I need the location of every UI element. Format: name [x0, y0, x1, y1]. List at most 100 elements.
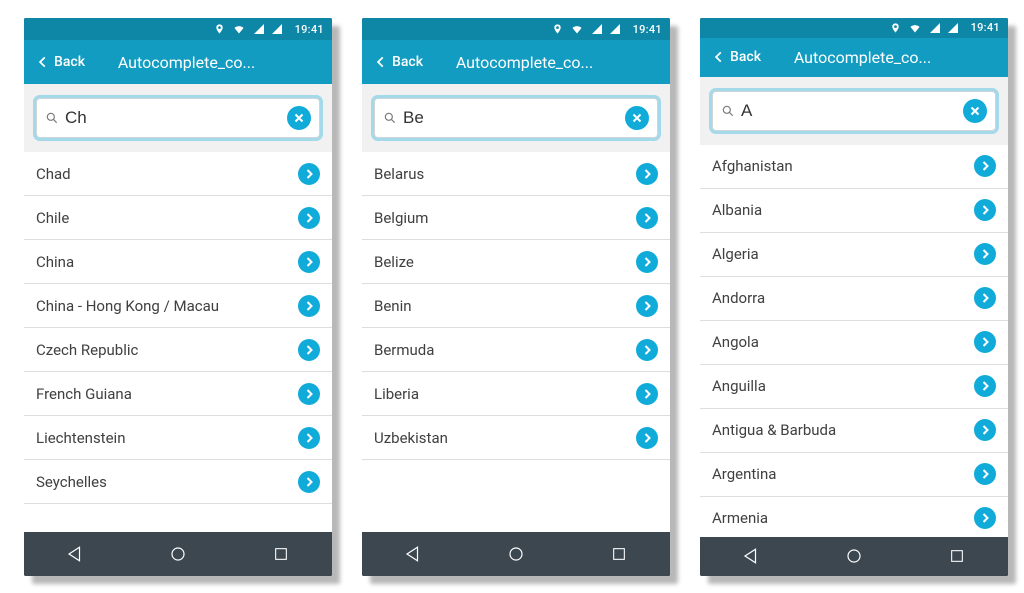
list-item-label: Armenia — [712, 509, 974, 527]
phone: 19:41 Back Autocomplete_co... ChadChileC… — [24, 18, 332, 576]
chevron-right-icon — [636, 251, 658, 273]
back-button[interactable]: Back — [32, 50, 89, 74]
list-item[interactable]: Belarus — [362, 152, 670, 196]
clear-search-button[interactable] — [963, 99, 987, 123]
results-list: Belarus Belgium Belize BeninBermudaLiberia U… — [362, 152, 670, 532]
list-item-label: Belize — [374, 253, 636, 271]
nav-recent-button[interactable] — [589, 546, 649, 562]
nav-recent-button[interactable] — [927, 548, 987, 564]
list-item[interactable]: French Guiana — [24, 372, 332, 416]
list-item-label: Belarus — [374, 165, 636, 183]
chevron-right-icon — [636, 207, 658, 229]
list-item-label: Liechtenstein — [36, 429, 298, 447]
android-nav-bar — [700, 537, 1008, 576]
wifi-icon — [231, 23, 247, 35]
android-nav-bar — [362, 532, 670, 576]
chevron-right-icon — [974, 507, 996, 529]
nav-recent-button[interactable] — [251, 546, 311, 562]
list-item[interactable]: Bermuda — [362, 328, 670, 372]
back-button[interactable]: Back — [370, 50, 427, 74]
list-item-label: Albania — [712, 201, 974, 219]
list-item[interactable]: Seychelles — [24, 460, 332, 504]
list-item-label: Uzbekistan — [374, 429, 636, 447]
phone: 19:41 Back Autocomplete_co... Afghanista… — [700, 18, 1008, 576]
chevron-right-icon — [974, 199, 996, 221]
chevron-right-icon — [974, 331, 996, 353]
list-item[interactable]: Chile — [24, 196, 332, 240]
chevron-right-icon — [974, 287, 996, 309]
nav-home-button[interactable] — [486, 545, 546, 563]
clear-search-button[interactable] — [287, 106, 311, 130]
app-header: Back Autocomplete_co... — [24, 40, 332, 84]
clear-search-button[interactable] — [625, 106, 649, 130]
list-item-label: Chile — [36, 209, 298, 227]
location-icon — [552, 22, 563, 36]
nav-back-button[interactable] — [45, 545, 105, 563]
back-label: Back — [54, 54, 85, 70]
signal-icon — [591, 23, 603, 35]
search-icon — [721, 104, 735, 118]
search-input[interactable] — [403, 108, 625, 128]
list-item[interactable]: Antigua & Barbuda — [700, 409, 1008, 453]
chevron-right-icon — [298, 207, 320, 229]
list-item-label: Algeria — [712, 245, 974, 263]
list-item[interactable]: Algeria — [700, 233, 1008, 277]
nav-back-button[interactable] — [383, 545, 443, 563]
signal-icon — [253, 23, 265, 35]
list-item[interactable]: Benin — [362, 284, 670, 328]
status-clock: 19:41 — [633, 23, 662, 36]
list-item[interactable]: Uzbekistan — [362, 416, 670, 460]
list-item[interactable]: Czech Republic — [24, 328, 332, 372]
search-area — [700, 77, 1008, 145]
location-icon — [214, 22, 225, 36]
android-status-bar: 19:41 — [700, 18, 1008, 38]
list-item[interactable]: Anguilla — [700, 365, 1008, 409]
search-area — [24, 84, 332, 152]
chevron-right-icon — [298, 251, 320, 273]
list-item[interactable]: Chad — [24, 152, 332, 196]
list-item[interactable]: Liberia — [362, 372, 670, 416]
search-input[interactable] — [741, 101, 963, 121]
page-title: Autocomplete_co... — [427, 53, 662, 72]
list-item[interactable]: China — [24, 240, 332, 284]
nav-home-button[interactable] — [148, 545, 208, 563]
signal-icon — [609, 23, 621, 35]
search-field[interactable] — [374, 98, 658, 138]
list-item[interactable]: Afghanistan — [700, 145, 1008, 189]
search-field[interactable] — [36, 98, 320, 138]
android-status-bar: 19:41 — [362, 18, 670, 40]
page-title: Autocomplete_co... — [765, 48, 1000, 67]
list-item[interactable]: Argentina — [700, 453, 1008, 497]
chevron-right-icon — [636, 383, 658, 405]
results-list: Afghanistan Albania Algeria Andorra Angola An… — [700, 145, 1008, 537]
list-item[interactable]: China - Hong Kong / Macau — [24, 284, 332, 328]
chevron-right-icon — [636, 427, 658, 449]
nav-back-button[interactable] — [721, 547, 781, 565]
back-label: Back — [392, 54, 423, 70]
back-button[interactable]: Back — [708, 45, 765, 69]
phone: 19:41 Back Autocomplete_co... BelarusBel… — [362, 18, 670, 576]
list-item[interactable]: Liechtenstein — [24, 416, 332, 460]
chevron-right-icon — [298, 427, 320, 449]
search-field[interactable] — [712, 91, 996, 131]
list-item[interactable]: Albania — [700, 189, 1008, 233]
list-item[interactable]: Andorra — [700, 277, 1008, 321]
list-item[interactable]: Belize — [362, 240, 670, 284]
list-item[interactable]: Armenia — [700, 497, 1008, 537]
nav-home-button[interactable] — [824, 547, 884, 565]
list-item-label: Angola — [712, 333, 974, 351]
list-item-label: Afghanistan — [712, 157, 974, 175]
list-item[interactable]: Belgium — [362, 196, 670, 240]
status-clock: 19:41 — [295, 23, 324, 36]
signal-icon — [947, 22, 959, 34]
chevron-right-icon — [636, 163, 658, 185]
list-item[interactable]: Angola — [700, 321, 1008, 365]
chevron-right-icon — [974, 419, 996, 441]
list-item-label: Andorra — [712, 289, 974, 307]
list-item-label: Anguilla — [712, 377, 974, 395]
list-item-label: China - Hong Kong / Macau — [36, 297, 298, 315]
search-input[interactable] — [65, 108, 287, 128]
chevron-right-icon — [636, 339, 658, 361]
signal-icon — [271, 23, 283, 35]
results-list: Chad Chile China China - Hong Kong / Macau C… — [24, 152, 332, 532]
